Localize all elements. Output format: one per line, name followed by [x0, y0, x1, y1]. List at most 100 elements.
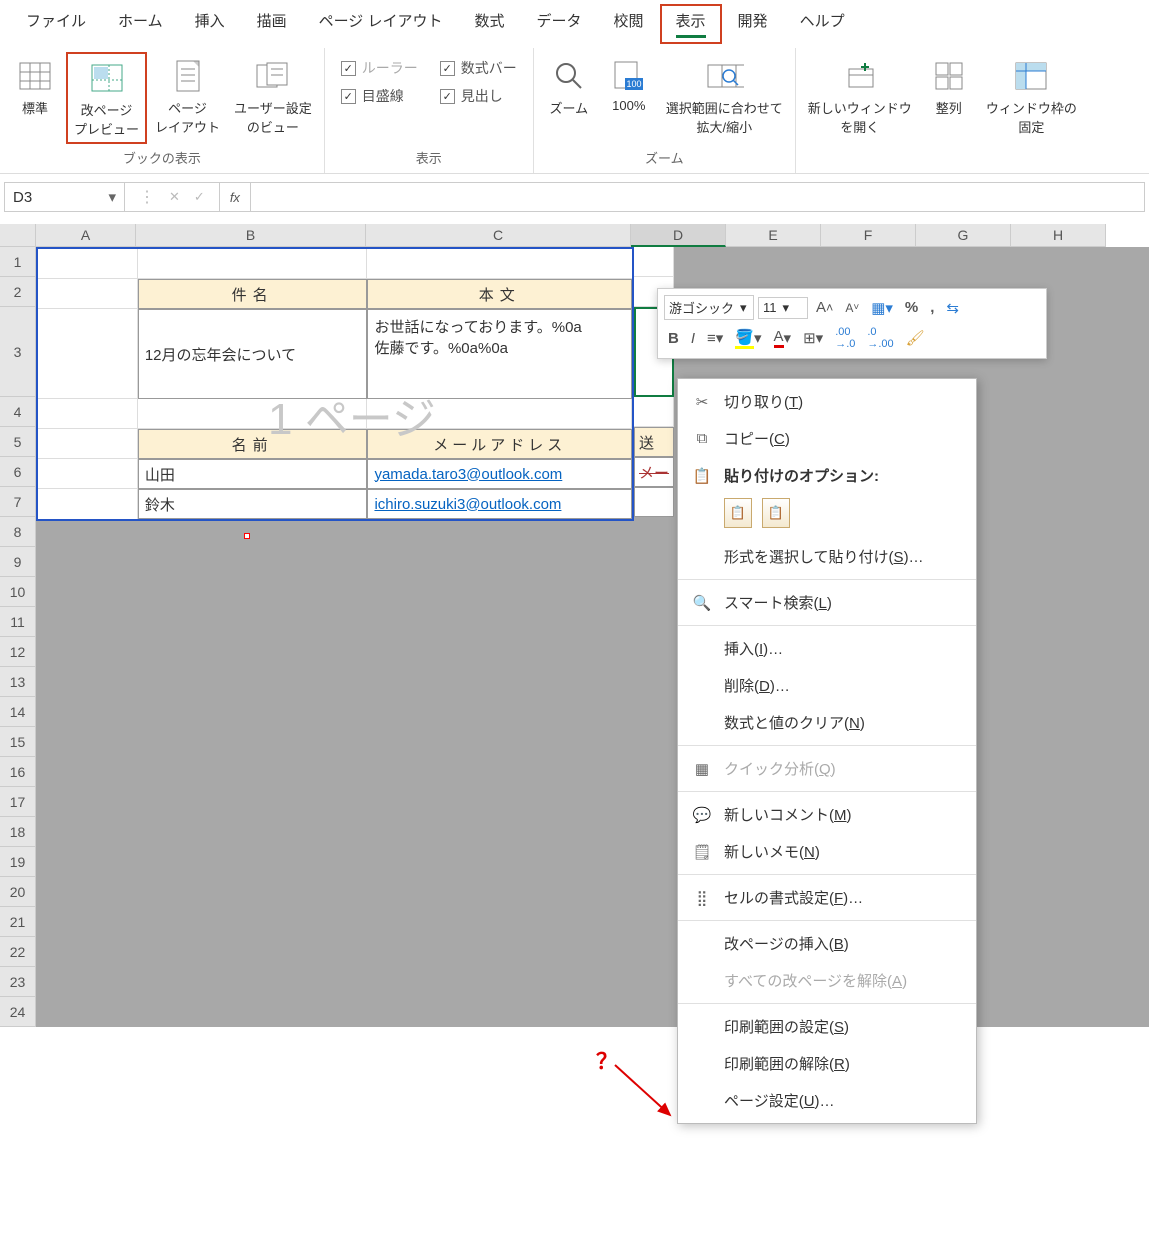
row-header-17[interactable]: 17 [0, 787, 36, 817]
col-header-c[interactable]: C [366, 224, 631, 247]
zoom-100-button[interactable]: 100 100% [600, 52, 658, 117]
view-custom-button[interactable]: ユーザー設定 のビュー [228, 52, 318, 140]
check-headings[interactable]: ✓見出し [440, 86, 517, 106]
font-color-icon[interactable]: A▾ [770, 326, 796, 350]
row-header-10[interactable]: 10 [0, 577, 36, 607]
fill-color-icon[interactable]: 🪣▾ [731, 326, 765, 351]
check-formulabar[interactable]: ✓数式バー [440, 58, 517, 78]
cell-c1[interactable] [367, 249, 632, 279]
ctx-切り取り[interactable]: ✂切り取り(T) [678, 383, 976, 420]
ctx-削除[interactable]: 削除(D)… [678, 667, 976, 704]
menu-data[interactable]: データ [521, 4, 598, 44]
row-header-7[interactable]: 7 [0, 487, 36, 517]
col-header-d[interactable]: D [631, 224, 726, 247]
check-gridlines[interactable]: ✓目盛線 [341, 86, 418, 106]
menu-view[interactable]: 表示 [660, 4, 722, 44]
view-pagelayout-button[interactable]: ページ レイアウト [149, 52, 226, 140]
row-header-18[interactable]: 18 [0, 817, 36, 847]
ctx-ペジ設定[interactable]: ページ設定(U)… [678, 1082, 976, 1119]
cell-b3[interactable]: 12月の忘年会について [138, 309, 368, 399]
menu-developer[interactable]: 開発 [722, 4, 784, 44]
new-window-button[interactable]: 新しいウィンドウ を開く [802, 52, 918, 140]
paste-option-0[interactable]: 📋 [724, 498, 752, 528]
row-header-16[interactable]: 16 [0, 757, 36, 787]
row-header-19[interactable]: 19 [0, 847, 36, 877]
accounting-format-icon[interactable]: ▦▾ [867, 297, 897, 319]
col-header-b[interactable]: B [136, 224, 366, 247]
cell-a4[interactable] [38, 399, 138, 429]
cell-d5[interactable]: 送 [634, 427, 674, 457]
cell-b2[interactable]: 件名 [138, 279, 368, 309]
col-header-g[interactable]: G [916, 224, 1011, 247]
merge-icon[interactable]: ⇆ [942, 297, 963, 319]
decrease-decimal-icon[interactable]: .0→.00 [863, 324, 897, 352]
cell-c3[interactable]: お世話になっております。%0a 佐藤です。%0a%0a [367, 309, 632, 399]
ctx-新しいメモ[interactable]: 🗒新しいメモ(N) [678, 833, 976, 870]
ctx-セルの書式設定[interactable]: ⣿セルの書式設定(F)… [678, 879, 976, 916]
menu-review[interactable]: 校閲 [598, 4, 660, 44]
menu-draw[interactable]: 描画 [241, 4, 303, 44]
ctx-挿入[interactable]: 挿入(I)… [678, 630, 976, 667]
row-header-11[interactable]: 11 [0, 607, 36, 637]
cell-d7[interactable] [634, 487, 674, 517]
zoom-selection-button[interactable]: 選択範囲に合わせて 拡大/縮小 [660, 52, 789, 140]
menu-help[interactable]: ヘルプ [784, 4, 861, 44]
row-header-2[interactable]: 2 [0, 277, 36, 307]
menu-formulas[interactable]: 数式 [458, 4, 520, 44]
row-header-4[interactable]: 4 [0, 397, 36, 427]
page-break-handle[interactable] [244, 533, 250, 539]
cell-a7[interactable] [38, 489, 138, 519]
cell-d1[interactable] [634, 247, 674, 277]
col-header-e[interactable]: E [726, 224, 821, 247]
cell-d6[interactable]: メー [634, 457, 674, 487]
menu-file[interactable]: ファイル [10, 4, 102, 44]
cell-c7[interactable]: ichiro.suzuki3@outlook.com [367, 489, 632, 519]
cell-b1[interactable] [138, 249, 368, 279]
percent-icon[interactable]: % [901, 297, 922, 318]
cell-c5[interactable]: メールアドレス [367, 429, 632, 459]
cell-b4[interactable] [138, 399, 368, 429]
freeze-panes-button[interactable]: ウィンドウ枠の 固定 [980, 52, 1083, 140]
cell-a1[interactable] [38, 249, 138, 279]
italic-icon[interactable]: I [687, 328, 699, 349]
row-header-6[interactable]: 6 [0, 457, 36, 487]
col-header-f[interactable]: F [821, 224, 916, 247]
fx-icon[interactable]: fx [220, 183, 251, 211]
row-header-23[interactable]: 23 [0, 967, 36, 997]
paste-option-1[interactable]: 📋 [762, 498, 790, 528]
increase-decimal-icon[interactable]: .00→.0 [831, 324, 859, 352]
decrease-font-icon[interactable]: A˅ [841, 299, 863, 317]
col-header-h[interactable]: H [1011, 224, 1106, 247]
cell-a3[interactable] [38, 309, 138, 399]
view-normal-button[interactable]: 標準 [6, 52, 64, 121]
col-header-a[interactable]: A [36, 224, 136, 247]
mail-link-2[interactable]: ichiro.suzuki3@outlook.com [374, 496, 561, 513]
cell-b6[interactable]: 山田 [138, 459, 368, 489]
cell-d4[interactable] [634, 397, 674, 427]
ctx-形式を選択して貼り付け[interactable]: 形式を選択して貼り付け(S)… [678, 538, 976, 575]
mini-size-select[interactable]: 11▾ [758, 297, 808, 319]
ctx-印刷範囲の設定[interactable]: 印刷範囲の設定(S) [678, 1008, 976, 1045]
row-header-13[interactable]: 13 [0, 667, 36, 697]
menu-home[interactable]: ホーム [102, 4, 179, 44]
ctx-数式と値のクリア[interactable]: 数式と値のクリア(N) [678, 704, 976, 741]
cell-c4[interactable] [367, 399, 632, 429]
row-header-14[interactable]: 14 [0, 697, 36, 727]
cell-a2[interactable] [38, 279, 138, 309]
cell-c6[interactable]: yamada.taro3@outlook.com [367, 459, 632, 489]
zoom-button[interactable]: ズーム [540, 52, 598, 121]
cell-a5[interactable] [38, 429, 138, 459]
format-painter-icon[interactable]: 🖌 [902, 327, 929, 349]
border-icon[interactable]: ⊞▾ [799, 327, 827, 349]
bold-icon[interactable]: B [664, 328, 683, 349]
cell-c2[interactable]: 本文 [367, 279, 632, 309]
row-header-15[interactable]: 15 [0, 727, 36, 757]
row-header-8[interactable]: 8 [0, 517, 36, 547]
ctx-コピ[interactable]: ⧉コピー(C) [678, 420, 976, 457]
view-pagebreak-button[interactable]: 改ページ プレビュー [66, 52, 147, 144]
align-icon[interactable]: ≡▾ [703, 327, 727, 349]
comma-icon[interactable]: , [926, 297, 938, 318]
row-header-5[interactable]: 5 [0, 427, 36, 457]
row-header-9[interactable]: 9 [0, 547, 36, 577]
arrange-button[interactable]: 整列 [920, 52, 978, 121]
